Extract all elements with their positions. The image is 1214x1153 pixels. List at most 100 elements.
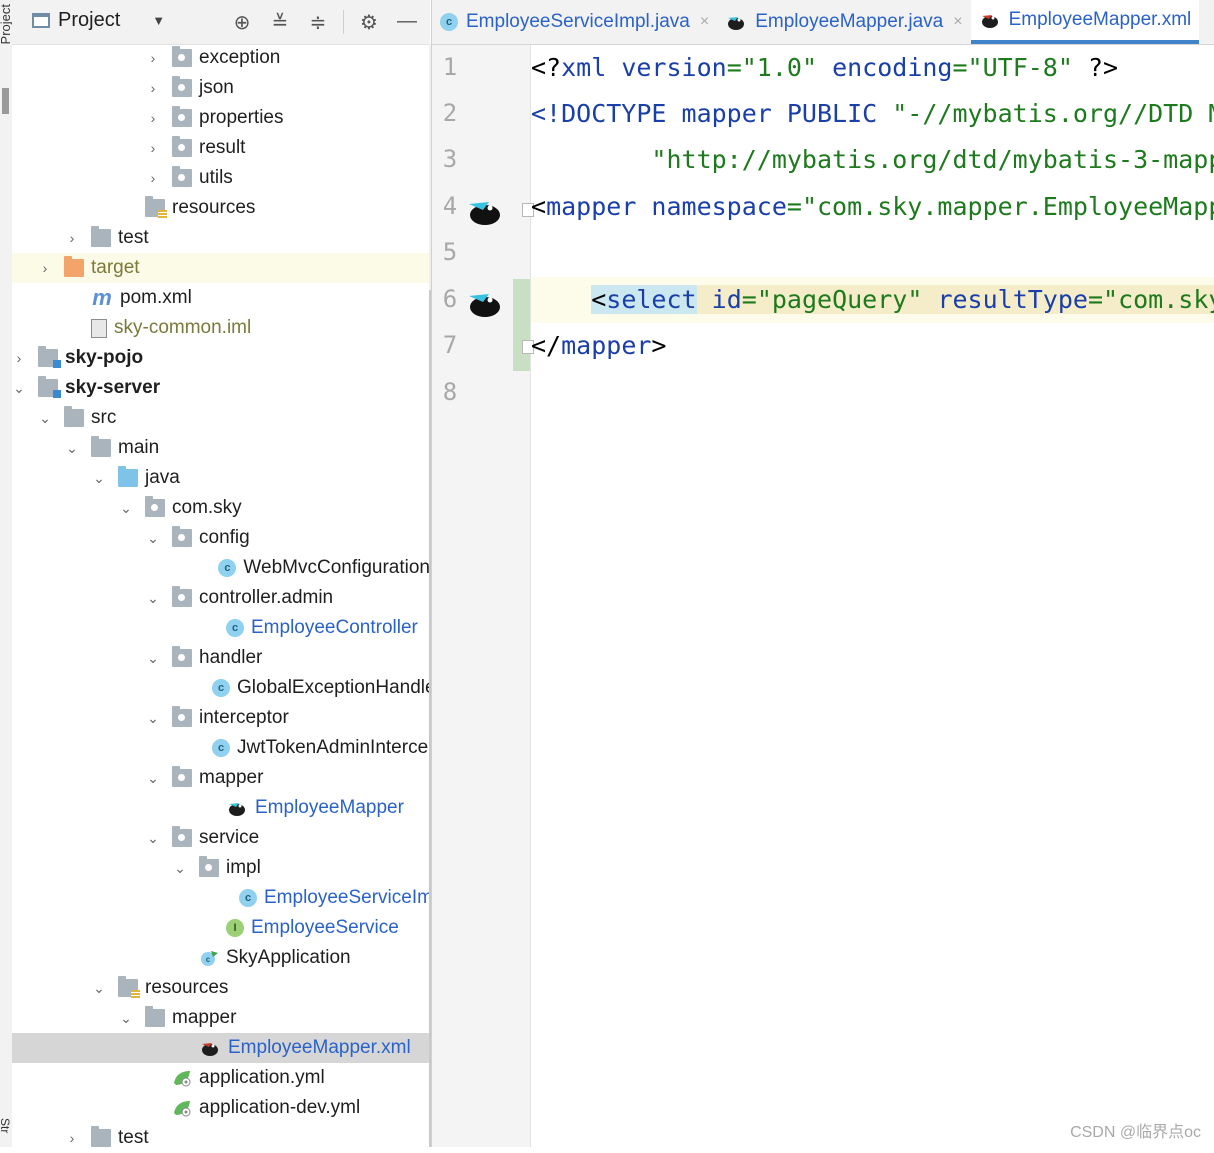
- chevron-right-icon[interactable]: ›: [65, 230, 79, 246]
- minimize-icon[interactable]: —: [394, 10, 420, 35]
- chevron-down-icon[interactable]: ⌄: [146, 650, 160, 667]
- chevron-down-icon[interactable]: ⌄: [119, 1010, 133, 1027]
- chevron-down-icon[interactable]: ⌄: [146, 530, 160, 547]
- tree-item[interactable]: › test: [12, 223, 430, 253]
- tree-item[interactable]: ⌄ config: [12, 523, 430, 553]
- tree-item[interactable]: › result: [12, 133, 430, 163]
- tree-item[interactable]: c EmployeeController: [12, 613, 430, 643]
- tree-item[interactable]: › sky-pojo: [12, 343, 430, 373]
- expand-all-icon[interactable]: ≚: [267, 10, 293, 35]
- tree-item[interactable]: ⌄ resources: [12, 973, 430, 1003]
- chevron-right-icon[interactable]: ›: [146, 170, 160, 186]
- tree-item[interactable]: › exception: [12, 43, 430, 73]
- tree-item[interactable]: ⌄ interceptor: [12, 703, 430, 733]
- tree-item[interactable]: c EmployeeServiceImpl: [12, 883, 430, 913]
- tree-item-label: EmployeeController: [251, 617, 418, 638]
- tree-item-label: controller.admin: [199, 587, 334, 608]
- close-icon[interactable]: ×: [700, 13, 709, 31]
- tree-item[interactable]: ⌄ controller.admin: [12, 583, 430, 613]
- tree-item[interactable]: c GlobalExceptionHandler: [12, 673, 430, 703]
- chevron-down-icon[interactable]: ▼: [152, 13, 165, 28]
- tree-item-label: interceptor: [199, 707, 289, 728]
- code-token: =: [1087, 285, 1104, 314]
- tree-item[interactable]: › utils: [12, 163, 430, 193]
- tab-employee-service-impl[interactable]: c EmployeeServiceImpl.java ×: [432, 0, 717, 44]
- close-icon[interactable]: ×: [953, 13, 962, 31]
- chevron-right-icon[interactable]: ›: [38, 260, 52, 276]
- chevron-right-icon[interactable]: ›: [146, 80, 160, 96]
- package-folder-icon: [172, 526, 192, 547]
- mybatis-navigate-icon[interactable]: [465, 288, 503, 318]
- tree-item[interactable]: EmployeeMapper: [12, 793, 430, 823]
- tree-item[interactable]: ⌄ main: [12, 433, 430, 463]
- code-token: "com.sky.entity.Employee": [1103, 285, 1214, 314]
- mybatis-navigate-icon[interactable]: [465, 196, 503, 226]
- code-token: encoding: [817, 53, 953, 82]
- tab-employee-mapper-java[interactable]: EmployeeMapper.java ×: [717, 0, 970, 44]
- chevron-right-icon[interactable]: ›: [65, 1130, 79, 1146]
- chevron-down-icon[interactable]: ⌄: [146, 710, 160, 727]
- package-folder-icon: [199, 856, 219, 877]
- tree-item[interactable]: ⌄ handler: [12, 643, 430, 673]
- editor-area: c EmployeeServiceImpl.java × EmployeeMap…: [431, 0, 1214, 1147]
- chevron-right-icon[interactable]: ›: [146, 110, 160, 126]
- tree-item[interactable]: application.yml: [12, 1063, 430, 1093]
- tree-item[interactable]: c SkyApplication: [12, 943, 430, 973]
- chevron-down-icon[interactable]: ⌄: [146, 830, 160, 847]
- tree-item[interactable]: ⌄ service: [12, 823, 430, 853]
- locate-icon[interactable]: ⊕: [229, 10, 255, 35]
- tree-item[interactable]: I EmployeeService: [12, 913, 430, 943]
- tree-item[interactable]: c JwtTokenAdminInterceptor: [12, 733, 430, 763]
- resources-folder-icon: [145, 196, 167, 219]
- chevron-down-icon[interactable]: ⌄: [146, 590, 160, 607]
- tree-item[interactable]: sky-common.iml: [12, 313, 430, 343]
- project-view-selector[interactable]: Project ▼: [32, 9, 165, 32]
- chevron-right-icon[interactable]: ›: [146, 50, 160, 66]
- chevron-down-icon[interactable]: ⌄: [12, 380, 26, 397]
- editor-tab-bar: c EmployeeServiceImpl.java × EmployeeMap…: [432, 0, 1214, 45]
- tab-employee-mapper-xml[interactable]: EmployeeMapper.xml: [970, 0, 1200, 44]
- tree-item[interactable]: ⌄ impl: [12, 853, 430, 883]
- tree-item[interactable]: m pom.xml: [12, 283, 430, 313]
- code-token: namespace: [636, 192, 787, 221]
- tree-item[interactable]: ⌄ mapper: [12, 763, 430, 793]
- code-editor[interactable]: <?xml version="1.0" encoding="UTF-8" ?> …: [531, 45, 1214, 1147]
- tree-item[interactable]: resources: [12, 193, 430, 223]
- structure-tool-button[interactable]: Str: [0, 1118, 12, 1133]
- tree-item[interactable]: EmployeeMapper.xml: [12, 1033, 430, 1063]
- tree-item-label: service: [199, 827, 260, 848]
- tree-item[interactable]: ⌄ sky-server: [12, 373, 430, 403]
- tab-label: EmployeeMapper.xml: [1008, 9, 1192, 30]
- line-number: 1: [442, 53, 458, 81]
- tree-item[interactable]: › json: [12, 73, 430, 103]
- vcs-change-marker[interactable]: [513, 279, 530, 371]
- tree-item[interactable]: › target: [12, 253, 430, 283]
- code-token: <: [531, 192, 547, 221]
- chevron-down-icon[interactable]: ⌄: [146, 770, 160, 787]
- tree-item[interactable]: ⌄ src: [12, 403, 430, 433]
- tree-item-label: JwtTokenAdminInterceptor: [237, 737, 430, 758]
- yml-icon-icon: [172, 1099, 192, 1117]
- tree-item[interactable]: c WebMvcConfiguration: [12, 553, 430, 583]
- tree-item[interactable]: application-dev.yml: [12, 1093, 430, 1123]
- chevron-right-icon[interactable]: ›: [146, 140, 160, 156]
- tree-item-label: main: [118, 437, 160, 458]
- tree-item-label: config: [199, 527, 250, 548]
- project-panel-header: Project ▼ ⊕ ≚ ≑ ⚙ —: [12, 0, 430, 45]
- chevron-right-icon[interactable]: ›: [12, 350, 26, 366]
- tree-item[interactable]: ⌄ com.sky: [12, 493, 430, 523]
- chevron-down-icon[interactable]: ⌄: [173, 860, 187, 877]
- tree-item[interactable]: ⌄ mapper: [12, 1003, 430, 1033]
- tree-item[interactable]: ⌄ java: [12, 463, 430, 493]
- chevron-down-icon[interactable]: ⌄: [92, 470, 106, 487]
- tree-item[interactable]: › properties: [12, 103, 430, 133]
- tree-item-label: test: [118, 1127, 149, 1148]
- chevron-down-icon[interactable]: ⌄: [65, 440, 79, 457]
- chevron-down-icon[interactable]: ⌄: [38, 410, 52, 427]
- chevron-down-icon[interactable]: ⌄: [92, 980, 106, 997]
- gear-icon[interactable]: ⚙: [356, 10, 382, 35]
- code-line-6: <select id="pageQuery" resultType="com.s…: [531, 277, 1214, 323]
- chevron-down-icon[interactable]: ⌄: [119, 500, 133, 517]
- collapse-all-icon[interactable]: ≑: [305, 10, 331, 35]
- tree-item[interactable]: › test: [12, 1123, 430, 1153]
